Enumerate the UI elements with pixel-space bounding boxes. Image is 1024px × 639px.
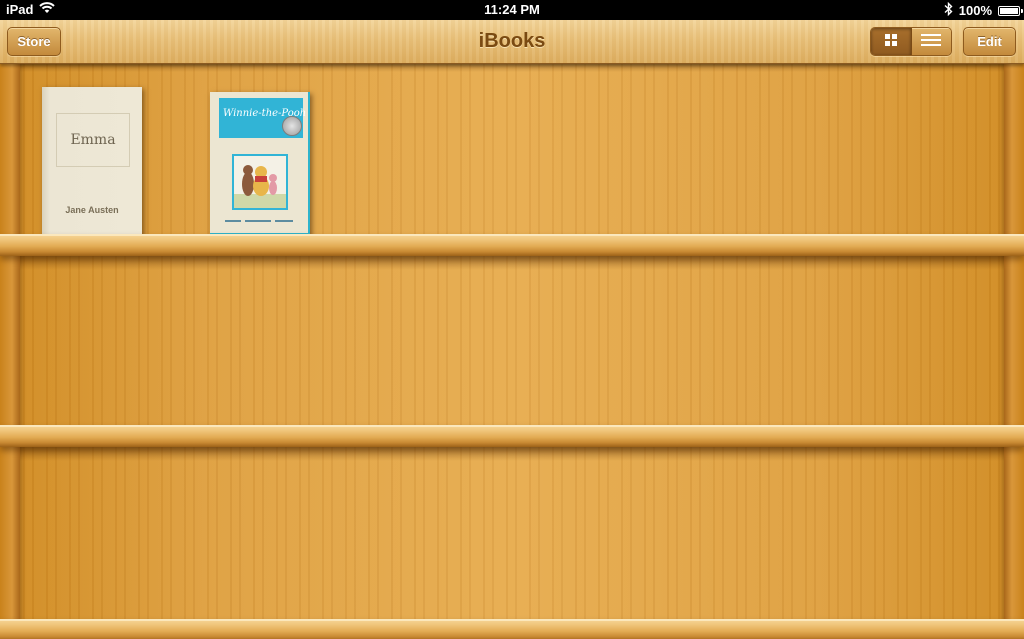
status-right: 100% xyxy=(944,1,1023,19)
shelf-1 xyxy=(0,234,1024,256)
nav-bar: Store iBooks Edit xyxy=(0,20,1024,64)
battery-percent: 100% xyxy=(958,3,992,18)
book-cover-credits xyxy=(210,220,308,226)
bookshelf: Emma Jane Austen Winnie-the-Pooh xyxy=(0,64,1024,639)
medal-icon xyxy=(282,116,302,136)
grid-view-icon xyxy=(884,33,897,51)
shelf-side-left xyxy=(0,64,20,639)
book-title: Emma xyxy=(70,132,116,148)
shelf-shadow-1 xyxy=(0,256,1024,270)
battery-fill xyxy=(1000,7,1018,14)
status-bar: iPad 11:24 PM 100% xyxy=(0,0,1024,20)
book-cover-frame: Emma xyxy=(56,113,130,167)
shelf-3 xyxy=(0,619,1024,639)
book-author: Jane Austen xyxy=(65,205,119,215)
status-time: 11:24 PM xyxy=(484,2,540,17)
list-view-icon xyxy=(921,33,942,51)
shelf-shadow-2 xyxy=(0,447,1024,461)
book-cover-banner: Winnie-the-Pooh xyxy=(219,98,306,138)
bluetooth-icon xyxy=(944,1,953,19)
list-view-button[interactable] xyxy=(911,28,951,55)
shelf-side-right xyxy=(1004,64,1024,639)
book-winnie-the-pooh[interactable]: Winnie-the-Pooh xyxy=(210,92,310,237)
view-mode-control xyxy=(870,27,952,56)
shelf-2 xyxy=(0,425,1024,447)
grid-view-button[interactable] xyxy=(871,28,912,55)
book-emma[interactable]: Emma Jane Austen xyxy=(42,87,142,237)
battery-icon xyxy=(998,5,1023,16)
shelf-top-shadow xyxy=(0,64,1024,72)
edit-button[interactable]: Edit xyxy=(963,27,1016,56)
cover-illustration xyxy=(232,154,288,210)
